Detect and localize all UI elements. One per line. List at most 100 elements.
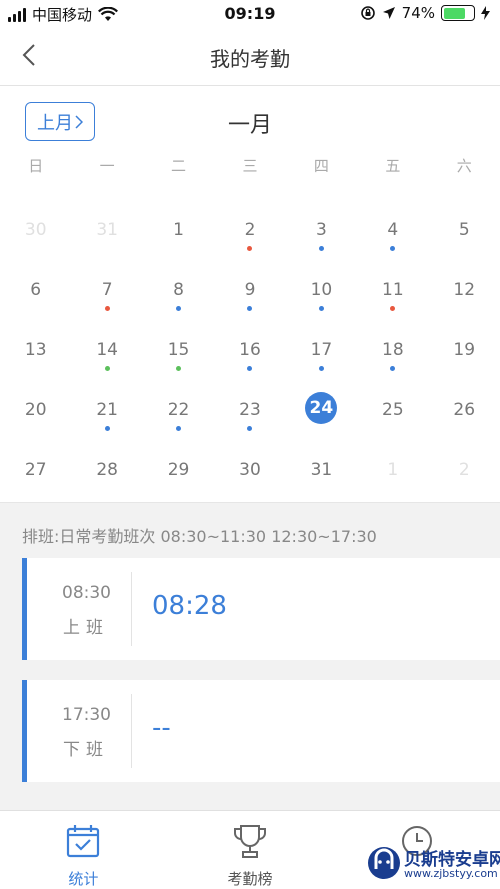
calendar-day[interactable]: 23: [214, 380, 285, 440]
attendance-status-dot: [318, 366, 324, 371]
calendar-day-number: 26: [453, 400, 476, 420]
watermark-logo: [368, 847, 400, 879]
calendar-day[interactable]: 30: [0, 200, 71, 260]
calendar-day[interactable]: 11: [357, 260, 428, 320]
calendar-day[interactable]: 9: [214, 260, 285, 320]
calendar-day[interactable]: 15: [143, 320, 214, 380]
calendar-day[interactable]: 14: [71, 320, 142, 380]
weekday-header: 日 一 二 三 四 五 六: [0, 155, 500, 187]
calendar-day[interactable]: 16: [214, 320, 285, 380]
attendance-status-dot: [247, 366, 253, 371]
attendance-status-dot: [104, 426, 110, 431]
battery-level: [443, 7, 465, 19]
calendar-day[interactable]: 30: [214, 440, 285, 500]
calendar-day[interactable]: 25: [357, 380, 428, 440]
calendar-grid: 30 31 1 2 3 4 5 6 7 8 9 10 11 12 13 14 15 16 17 18 19 20 21 22 2…: [0, 200, 500, 500]
calendar-week-row: 13 14 15 16 17 18 19: [0, 320, 500, 380]
calendar-day[interactable]: 31: [286, 440, 357, 500]
attendance-status-dot: [318, 246, 324, 251]
punch-card-clock-out[interactable]: 17:30 下班 --: [22, 680, 500, 782]
status-right: 74%: [360, 4, 490, 22]
calendar-day-number: 23: [239, 400, 261, 420]
calendar-day[interactable]: 5: [429, 200, 500, 260]
calendar-day-number: 3: [315, 220, 327, 240]
watermark-url: www.zjbstyy.com: [404, 867, 498, 880]
tab-statistics[interactable]: 统计: [0, 811, 167, 889]
watermark: 贝斯特安卓网 www.zjbstyy.com: [364, 843, 500, 883]
calendar-day[interactable]: 10: [286, 260, 357, 320]
calendar-day[interactable]: 4: [357, 200, 428, 260]
calendar-day[interactable]: 22: [143, 380, 214, 440]
calendar-day-number: 19: [453, 340, 476, 360]
divider: [131, 572, 132, 646]
calendar-day[interactable]: 8: [143, 260, 214, 320]
calendar-day-number: 1: [173, 220, 184, 240]
calendar-day[interactable]: 3: [286, 200, 357, 260]
calendar-day-number: 9: [244, 280, 256, 300]
battery-percent: 74%: [401, 4, 435, 22]
calendar-day[interactable]: 19: [429, 320, 500, 380]
calendar-day-number: 25: [382, 400, 404, 420]
calendar-day[interactable]: 7: [71, 260, 142, 320]
calendar-header: 上月 一月: [0, 86, 500, 152]
calendar-day[interactable]: 31: [71, 200, 142, 260]
calendar-day-number: 17: [310, 340, 333, 360]
attendance-status-dot: [247, 306, 253, 311]
calendar-day[interactable]: 13: [0, 320, 71, 380]
nav-bar: 我的考勤: [0, 30, 500, 86]
punch-actual-time: --: [152, 713, 171, 743]
tab-ranking[interactable]: 考勤榜: [167, 811, 334, 889]
calendar-day[interactable]: 21: [71, 380, 142, 440]
calendar-day-number: 21: [96, 400, 118, 420]
calendar-day-number: 31: [96, 220, 118, 240]
punch-label: 上班: [63, 618, 109, 638]
charging-bolt-icon: [481, 6, 490, 20]
calendar-day-number: 12: [453, 280, 476, 300]
tab-bar: 统计 考勤榜 贝斯特安卓网 www.zjbstyy.com: [0, 810, 500, 889]
calendar-day-number: 2: [244, 220, 256, 240]
attendance-status-dot: [318, 306, 324, 311]
calendar-day[interactable]: 20: [0, 380, 71, 440]
attendance-status-dot: [390, 306, 396, 311]
calendar-day-number: 8: [173, 280, 184, 300]
attendance-status-dot: [247, 426, 253, 431]
calendar-day-number: 28: [96, 460, 118, 480]
attendance-status-dot: [390, 246, 396, 251]
calendar-day[interactable]: 1: [143, 200, 214, 260]
calendar-day[interactable]: 12: [429, 260, 500, 320]
weekday-label: 五: [385, 157, 401, 175]
calendar-day-number: 27: [24, 460, 47, 480]
punch-card-clock-in[interactable]: 08:30 上班 08:28: [22, 558, 500, 660]
weekday-label: 二: [171, 157, 187, 175]
calendar-day-number: 7: [101, 280, 113, 300]
calendar-week-row: 6 7 8 9 10 11 12: [0, 260, 500, 320]
calendar-day-number: 16: [239, 340, 261, 360]
calendar-check-icon: [67, 825, 100, 858]
calendar-day[interactable]: 1: [357, 440, 428, 500]
calendar-day[interactable]: 27: [0, 440, 71, 500]
calendar-day[interactable]: 2: [429, 440, 500, 500]
attendance-status-dot: [176, 306, 182, 311]
calendar-day-selected: 24: [305, 392, 338, 424]
battery-icon: [441, 5, 475, 21]
calendar-day-number: 20: [24, 400, 47, 420]
punch-scheduled-time: 17:30: [62, 705, 111, 725]
rotation-lock-icon: [360, 6, 375, 20]
calendar-day-number: 13: [24, 340, 47, 360]
punch-scheduled-time: 08:30: [62, 583, 111, 603]
attendance-status-dot: [176, 426, 182, 431]
calendar-day[interactable]: 26: [429, 380, 500, 440]
calendar-day[interactable]: 2: [214, 200, 285, 260]
calendar-day[interactable]: 24: [286, 380, 357, 440]
calendar-day[interactable]: 18: [357, 320, 428, 380]
calendar-day-number: 29: [167, 460, 190, 480]
calendar-day[interactable]: 29: [143, 440, 214, 500]
calendar-week-row: 20 21 22 23 24 25 26: [0, 380, 500, 440]
calendar-day[interactable]: 17: [286, 320, 357, 380]
calendar-day-number: 14: [96, 340, 118, 360]
calendar-day-number: 5: [458, 220, 470, 240]
tab-label: 考勤榜: [227, 870, 273, 888]
calendar-day[interactable]: 6: [0, 260, 71, 320]
calendar-day[interactable]: 28: [71, 440, 142, 500]
schedule-text: 排班:日常考勤班次 08:30~11:30 12:30~17:30: [22, 527, 377, 546]
